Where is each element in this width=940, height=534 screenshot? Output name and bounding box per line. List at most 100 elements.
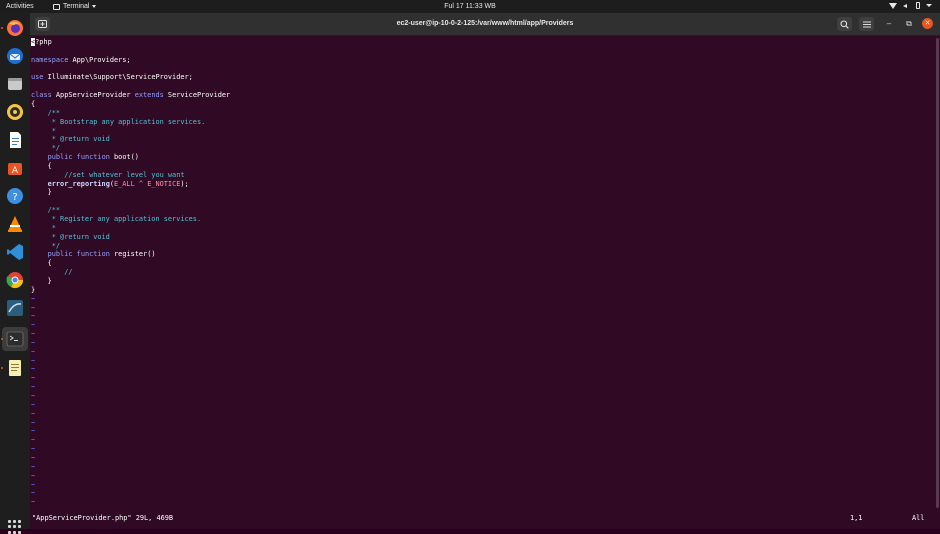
- vscode-icon: [7, 244, 23, 260]
- empty-line-marker: ~: [31, 303, 36, 312]
- terminal-window: ec2-user@ip-10-0-2-125:/var/www/html/app…: [30, 13, 940, 529]
- rhythmbox-icon: [7, 104, 23, 120]
- vlc-launcher[interactable]: [5, 214, 25, 234]
- restore-icon: ⧉: [906, 19, 912, 28]
- empty-line-marker: ~: [31, 418, 36, 427]
- close-button[interactable]: ✕: [922, 18, 933, 29]
- firefox-icon: [7, 20, 23, 36]
- empty-line-marker: ~: [31, 445, 36, 454]
- rhythmbox-launcher[interactable]: [5, 102, 25, 122]
- code-line: *: [31, 126, 56, 135]
- search-icon: [840, 19, 849, 29]
- clock[interactable]: Ful 17 11:33 WB: [0, 2, 940, 11]
- empty-line-marker: ~: [31, 400, 36, 409]
- code-line: {: [31, 259, 52, 268]
- empty-line-marker: ~: [31, 347, 36, 356]
- writer-launcher[interactable]: [5, 130, 25, 150]
- code-line: */: [31, 144, 61, 153]
- empty-line-marker: ~: [31, 436, 36, 445]
- empty-line-marker: ~: [31, 392, 36, 400]
- terminal-icon: [6, 331, 24, 347]
- volume-icon: [903, 3, 910, 9]
- maximize-button[interactable]: ⧉: [903, 18, 915, 30]
- scrollbar[interactable]: [934, 36, 940, 529]
- empty-line-marker: ~: [31, 330, 36, 339]
- empty-line-marker: ~: [31, 498, 36, 507]
- top-bar: Activities Terminal Ful 17 11:33 WB: [0, 0, 940, 13]
- thunderbird-launcher[interactable]: [5, 46, 25, 66]
- code-line: {: [31, 161, 52, 170]
- hamburger-icon: [862, 21, 871, 27]
- terminal-content[interactable]: <?php namespace App\Providers; use Illumin…: [30, 36, 934, 529]
- empty-line-marker: ~: [31, 374, 36, 383]
- libreoffice-writer-icon: [10, 132, 21, 148]
- system-tray[interactable]: [889, 2, 932, 9]
- empty-line-marker: ~: [31, 312, 36, 321]
- empty-line-marker: ~: [31, 294, 36, 303]
- code-line: {: [31, 99, 36, 108]
- new-tab-icon: [38, 20, 47, 28]
- wifi-icon: [889, 2, 897, 9]
- close-icon: ✕: [924, 19, 931, 27]
- search-button[interactable]: [837, 17, 852, 31]
- help-launcher[interactable]: ?: [5, 186, 25, 206]
- svg-text:?: ?: [12, 192, 17, 203]
- text-editor-icon: [9, 360, 21, 376]
- text-editor-launcher[interactable]: [5, 358, 25, 378]
- empty-line-marker: ~: [31, 409, 36, 418]
- code-line: public function register(): [47, 250, 156, 259]
- code-line: */: [31, 241, 61, 250]
- menu-button[interactable]: [859, 17, 874, 31]
- files-launcher[interactable]: [5, 74, 25, 94]
- code-line: use Illuminate\Support\ServiceProvider;: [31, 73, 193, 82]
- svg-text:A: A: [12, 166, 19, 176]
- empty-line-marker: ~: [31, 480, 36, 489]
- firefox-launcher[interactable]: [5, 18, 25, 38]
- vlc-icon: [8, 216, 22, 232]
- battery-icon: [916, 2, 920, 9]
- help-icon: ?: [7, 188, 23, 204]
- chrome-launcher[interactable]: [5, 270, 25, 290]
- vim-cursor-position: 1,1: [850, 514, 863, 522]
- code-line: /**: [31, 206, 61, 215]
- code-line: * @return void: [31, 135, 110, 144]
- chrome-icon: [6, 272, 24, 289]
- new-tab-button[interactable]: [35, 17, 50, 31]
- window-title: ec2-user@ip-10-0-2-125:/var/www/html/app…: [396, 20, 574, 27]
- code-line: /**: [31, 108, 61, 117]
- terminal-launcher[interactable]: [2, 327, 28, 351]
- empty-line-marker: ~: [31, 356, 36, 365]
- software-launcher[interactable]: A: [5, 158, 25, 178]
- code-line: public function boot(): [47, 153, 139, 162]
- empty-line-marker: ~: [31, 427, 36, 436]
- mysql-workbench-launcher[interactable]: [5, 298, 25, 318]
- code-line: //set whatever level you want: [31, 170, 185, 179]
- code-line: * Bootstrap any application services.: [31, 117, 206, 126]
- empty-line-marker: ~: [31, 471, 36, 480]
- empty-line-marker: ~: [31, 453, 36, 462]
- software-center-icon: A: [8, 163, 22, 176]
- files-icon: [8, 78, 22, 90]
- code-line: * Register any application services.: [31, 215, 202, 223]
- chevron-down-icon: [926, 4, 932, 7]
- empty-line-marker: ~: [31, 462, 36, 471]
- empty-line-marker: ~: [31, 383, 36, 392]
- header-bar: ec2-user@ip-10-0-2-125:/var/www/html/app…: [30, 13, 940, 36]
- minimize-button[interactable]: –: [883, 18, 895, 30]
- empty-line-marker: ~: [31, 489, 36, 498]
- show-applications-icon[interactable]: [8, 520, 22, 534]
- thunderbird-icon: [7, 48, 23, 64]
- code-line: }: [31, 285, 36, 294]
- code-line: class AppServiceProvider extends Service…: [31, 91, 231, 100]
- dock: A ?: [0, 13, 30, 534]
- code-line: * @return void: [31, 232, 110, 241]
- minimize-icon: –: [886, 19, 892, 28]
- code-line: <?php: [31, 38, 52, 46]
- vim-status-file: "AppServiceProvider.php" 29L, 469B: [32, 514, 174, 522]
- scrollbar-thumb[interactable]: [936, 38, 939, 508]
- vim-scroll-indicator: All: [912, 514, 925, 522]
- code-line: }: [31, 188, 52, 197]
- code-line: *: [31, 223, 56, 232]
- empty-line-marker: ~: [31, 321, 36, 330]
- vscode-launcher[interactable]: [5, 242, 25, 262]
